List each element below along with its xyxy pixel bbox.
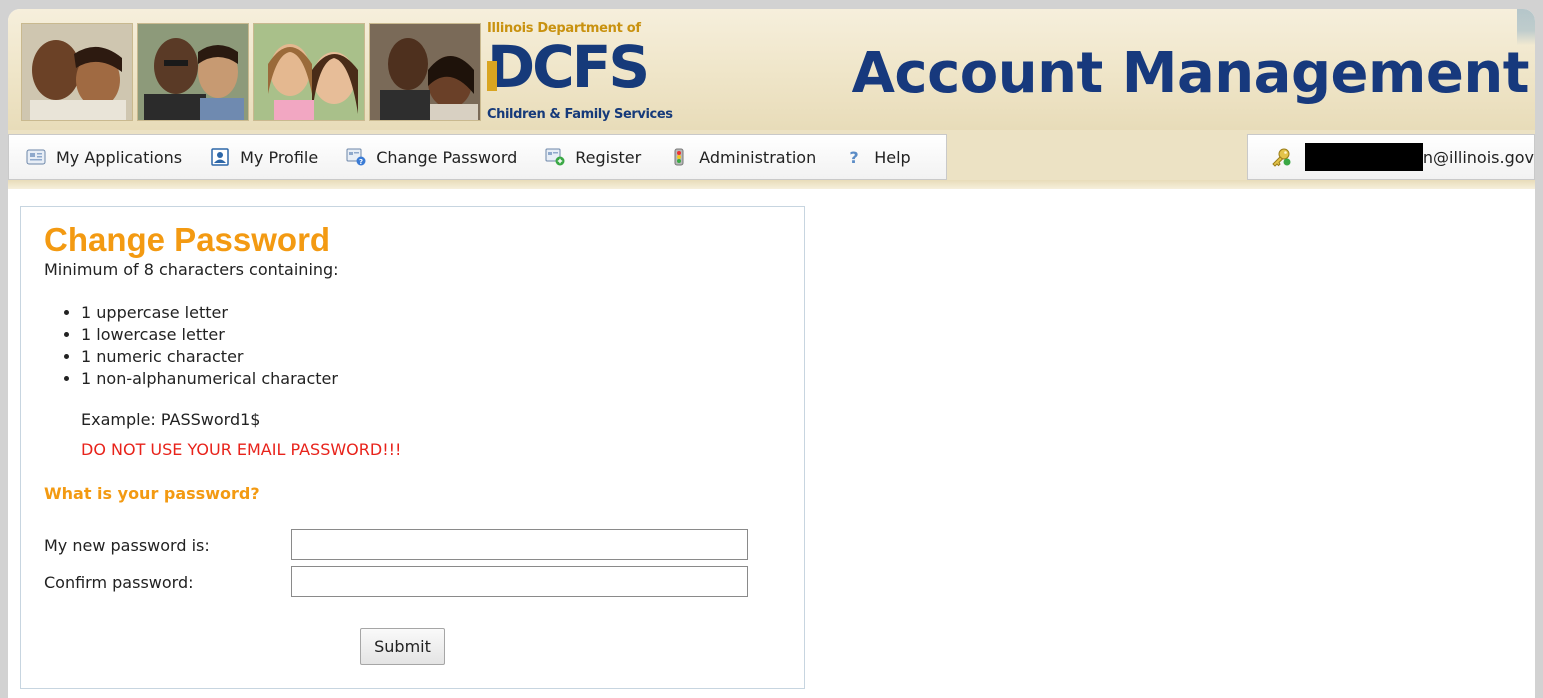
panel-title: Change Password (44, 221, 331, 258)
site-header: Illinois Department of DCFS Children & F… (8, 9, 1535, 130)
list-item: 1 uppercase letter (81, 302, 338, 324)
nav-change-password[interactable]: ? Change Password (346, 148, 517, 167)
confirm-password-label: Confirm password: (44, 573, 194, 592)
key-user-icon (1271, 147, 1293, 167)
user-account-bar[interactable]: n@illinois.gov (1247, 134, 1535, 180)
family-photo-4 (369, 23, 481, 121)
nav-help[interactable]: ? Help (844, 147, 911, 167)
register-icon (545, 148, 565, 166)
agency-bottom-text: Children & Family Services (487, 107, 673, 122)
nav-register[interactable]: Register (545, 148, 641, 167)
nav-label: My Applications (56, 147, 183, 167)
logo-accent-bar (487, 61, 497, 91)
header-divider (8, 180, 1535, 189)
nav-my-applications[interactable]: My Applications (26, 148, 182, 167)
nav-label: Help (874, 147, 911, 167)
profile-icon (210, 148, 230, 166)
confirm-password-field[interactable] (291, 566, 748, 597)
new-password-field[interactable] (291, 529, 748, 560)
nav-label: Change Password (376, 147, 518, 167)
family-photo-3 (253, 23, 365, 121)
nav-label: My Profile (240, 147, 319, 167)
password-rules-list: 1 uppercase letter 1 lowercase letter 1 … (81, 302, 338, 390)
main-nav: My Applications My Profile ? Change Pass… (8, 134, 947, 180)
nav-label: Administration (699, 147, 817, 167)
svg-text:?: ? (359, 158, 363, 166)
browser-window: Illinois Department of DCFS Children & F… (8, 9, 1535, 698)
password-section-heading: What is your password? (44, 484, 260, 503)
submit-button[interactable]: Submit (360, 628, 445, 665)
family-photo-1 (21, 23, 133, 121)
family-photo-2 (137, 23, 249, 121)
list-item: 1 numeric character (81, 346, 338, 368)
user-email: n@illinois.gov (1422, 147, 1534, 167)
change-password-icon: ? (346, 148, 366, 166)
applications-icon (26, 148, 46, 166)
list-item: 1 lowercase letter (81, 324, 338, 346)
list-item: 1 non-alphanumerical character (81, 368, 338, 390)
page-title: Account Management (851, 41, 1530, 106)
change-password-panel: Change Password Minimum of 8 characters … (20, 206, 805, 689)
svg-text:?: ? (850, 148, 859, 166)
agency-mark: DCFS (487, 33, 650, 101)
password-rule-intro: Minimum of 8 characters containing: (44, 260, 339, 279)
nav-my-profile[interactable]: My Profile (210, 148, 318, 167)
password-warning: DO NOT USE YOUR EMAIL PASSWORD!!! (81, 440, 402, 459)
password-example: Example: PASSword1$ (81, 410, 261, 429)
new-password-label: My new password is: (44, 536, 210, 555)
help-icon: ? (844, 148, 864, 166)
dcfs-logo: Illinois Department of DCFS Children & F… (487, 21, 677, 127)
nav-label: Register (575, 147, 642, 167)
redacted-username (1305, 143, 1423, 171)
nav-administration[interactable]: Administration (669, 148, 816, 167)
administration-icon (669, 148, 689, 166)
